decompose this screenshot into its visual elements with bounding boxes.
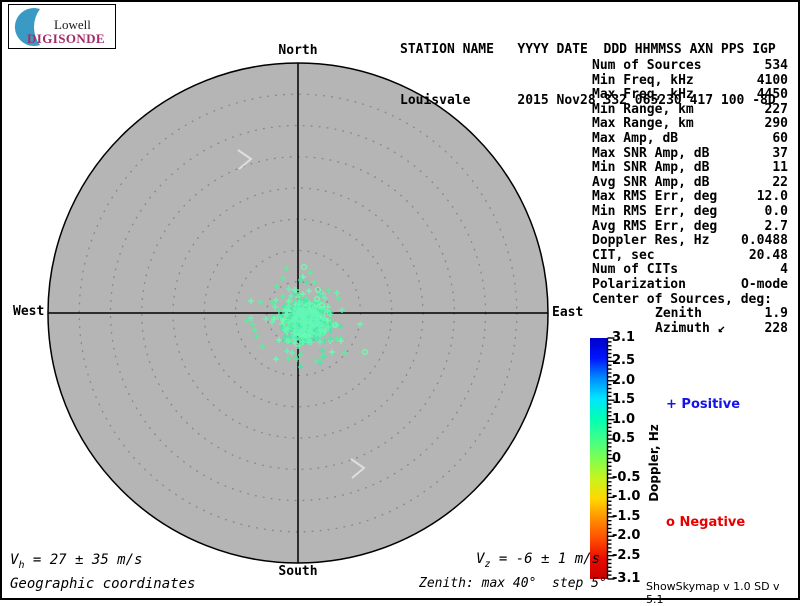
stat-row: Min RMS Err, deg 0.0 [592,203,788,220]
stat-label: Min SNR Amp, dB [592,160,710,176]
stat-row: Max Freq, kHz 4450 [592,88,788,103]
stat-label: Num of Sources [592,58,702,73]
stat-label: Azimuth ↙ [655,320,726,336]
stat-value: 534 [764,58,788,73]
colorbar-tick-label: 1.0 [612,411,636,427]
stat-label: Min RMS Err, deg [592,203,718,219]
stat-label: Avg RMS Err, deg [592,218,718,234]
colorbar-title: Doppler, Hz [647,424,661,502]
vh-value: Vh = 27 ± 35 m/s [10,552,142,571]
compass-north: North [278,43,318,58]
colorbar-tick-label: 3.1 [612,330,636,345]
stat-row: Zenith 1.9 [592,306,788,322]
stat-value: 12.0 [756,189,788,205]
stat-value: 20.48 [748,247,788,263]
stat-value: 227 [764,101,788,117]
stat-row: Max Range, km 290 [592,117,788,132]
stat-row: Doppler Res, Hz 0.0488 [592,234,788,249]
stat-value: 37 [772,145,788,161]
stat-value: 2.7 [764,218,788,234]
stat-row: Min SNR Amp, dB 11 [592,161,788,176]
zenith-range-note: Zenith: max 40° step 5° [419,576,607,591]
compass-east: East [552,305,584,320]
version-text: ShowSkymap v 1.0 SD v 5.1 [646,580,780,606]
stat-label: Zenith [655,306,702,322]
compass-south: South [278,564,318,579]
stat-value: 1.9 [764,306,788,322]
colorbar-tick-label: 0.5 [612,431,636,447]
stats-panel: Num of Sources 534 Min Freq, kHz 4100 Max Fr… [592,58,788,336]
colorbar-tick-label: -0.5 [612,469,641,485]
stat-label: Doppler Res, Hz [592,233,710,249]
stat-row: Polarization O-mode [592,276,788,293]
stat-label: Min Freq, kHz [592,72,694,88]
stat-row: Max Amp, dB 60 [592,130,788,147]
stat-label: Center of Sources, deg: [592,291,773,307]
stat-value: 290 [764,116,788,132]
stat-value: 228 [764,320,788,336]
stat-value: 22 [772,174,788,190]
colorbar-tick-label: 2.0 [612,372,636,388]
vz-text: = -6 ± 1 m/s [490,551,601,567]
stat-row: Min Range, km 227 [592,101,788,118]
logo-digisonde-text: DIGISONDE [27,31,106,46]
stat-row: CIT, sec 20.48 [592,247,788,264]
stat-value: 60 [772,130,788,146]
legend-positive: + Positive [666,397,741,412]
stat-row: Max SNR Amp, dB 37 [592,145,788,162]
colorbar-tick-label: 1.5 [612,392,636,408]
stat-label: Max Amp, dB [592,130,679,146]
colorbar-tick-label: -2.5 [612,547,641,563]
colorbar-tick-label: -3.1 [612,571,641,586]
colorbar-tick-label: -1.0 [612,489,641,505]
digisonde-logo: Lowell DIGISONDE [8,4,116,49]
stat-value: 0.0488 [741,233,788,249]
stat-label: Num of CITs [592,262,679,278]
colorbar-tick-label: -1.5 [612,508,641,524]
colorbar-tick-label: -2.0 [612,528,641,544]
colorbar-tick-label: 0 [612,450,622,466]
stat-label: Min Range, km [592,101,694,117]
stat-value: 4 [780,262,788,278]
stat-row: Center of Sources, deg: [592,291,788,308]
stat-value: 4450 [756,87,788,103]
header-columns: STATION NAME YYYY DATE DDD HHMMSS AXN PP… [400,42,776,57]
stat-value: 11 [772,160,788,176]
stat-label: Max Range, km [592,116,694,132]
stat-row: Num of CITs 4 [592,263,788,278]
stat-label: Max RMS Err, deg [592,189,718,205]
stat-value: 0.0 [764,203,788,219]
coordinates-note: Geographic coordinates [10,576,196,592]
stat-label: Max Freq, kHz [592,87,694,103]
stat-label: Max SNR Amp, dB [592,145,710,161]
vz-value: Vz = -6 ± 1 m/s [476,551,600,570]
stat-label: CIT, sec [592,247,655,263]
vh-text: = 27 ± 35 m/s [24,552,143,568]
stat-row: Avg RMS Err, deg 2.7 [592,218,788,235]
stat-value: O-mode [741,276,788,292]
colorbar-tick-label: 2.5 [612,353,636,369]
stat-row: Min Freq, kHz 4100 [592,72,788,89]
stat-label: Polarization [592,276,686,292]
legend-negative: o Negative [666,515,746,530]
stat-row: Num of Sources 534 [592,58,788,74]
stat-value: 4100 [756,72,788,88]
stat-row: Avg SNR Amp, dB 22 [592,174,788,191]
stat-row: Max RMS Err, deg 12.0 [592,190,788,205]
stat-label: Avg SNR Amp, dB [592,174,710,190]
compass-west: West [13,304,45,319]
